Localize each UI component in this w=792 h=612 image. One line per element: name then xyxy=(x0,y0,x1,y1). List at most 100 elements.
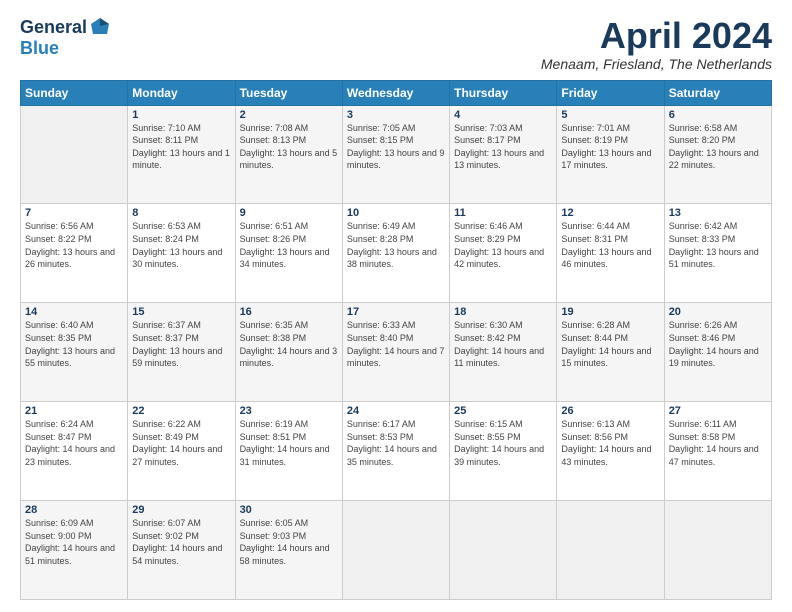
day-info: Sunrise: 6:44 AMSunset: 8:31 PMDaylight:… xyxy=(561,220,659,270)
table-row: 16Sunrise: 6:35 AMSunset: 8:38 PMDayligh… xyxy=(235,303,342,402)
day-info: Sunrise: 7:08 AMSunset: 8:13 PMDaylight:… xyxy=(240,122,338,172)
day-info: Sunrise: 6:42 AMSunset: 8:33 PMDaylight:… xyxy=(669,220,767,270)
day-info: Sunrise: 6:28 AMSunset: 8:44 PMDaylight:… xyxy=(561,319,659,369)
day-number: 17 xyxy=(347,306,445,318)
day-number: 27 xyxy=(669,405,767,417)
day-number: 10 xyxy=(347,207,445,219)
table-row xyxy=(21,105,128,204)
day-info: Sunrise: 6:07 AMSunset: 9:02 PMDaylight:… xyxy=(132,517,230,567)
logo: General Blue xyxy=(20,16,111,59)
col-friday: Friday xyxy=(557,80,664,105)
day-number: 20 xyxy=(669,306,767,318)
table-row: 4Sunrise: 7:03 AMSunset: 8:17 PMDaylight… xyxy=(450,105,557,204)
table-row xyxy=(664,501,771,600)
day-info: Sunrise: 7:05 AMSunset: 8:15 PMDaylight:… xyxy=(347,122,445,172)
day-number: 8 xyxy=(132,207,230,219)
calendar-week-row: 28Sunrise: 6:09 AMSunset: 9:00 PMDayligh… xyxy=(21,501,772,600)
day-info: Sunrise: 6:53 AMSunset: 8:24 PMDaylight:… xyxy=(132,220,230,270)
day-number: 26 xyxy=(561,405,659,417)
table-row xyxy=(557,501,664,600)
day-number: 25 xyxy=(454,405,552,417)
col-wednesday: Wednesday xyxy=(342,80,449,105)
day-number: 18 xyxy=(454,306,552,318)
title-section: April 2024 Menaam, Friesland, The Nether… xyxy=(541,16,772,72)
day-info: Sunrise: 6:24 AMSunset: 8:47 PMDaylight:… xyxy=(25,418,123,468)
day-number: 3 xyxy=(347,109,445,121)
day-info: Sunrise: 6:40 AMSunset: 8:35 PMDaylight:… xyxy=(25,319,123,369)
day-info: Sunrise: 6:33 AMSunset: 8:40 PMDaylight:… xyxy=(347,319,445,369)
day-number: 15 xyxy=(132,306,230,318)
table-row: 15Sunrise: 6:37 AMSunset: 8:37 PMDayligh… xyxy=(128,303,235,402)
day-info: Sunrise: 6:13 AMSunset: 8:56 PMDaylight:… xyxy=(561,418,659,468)
table-row: 22Sunrise: 6:22 AMSunset: 8:49 PMDayligh… xyxy=(128,402,235,501)
location: Menaam, Friesland, The Netherlands xyxy=(541,56,772,72)
table-row: 27Sunrise: 6:11 AMSunset: 8:58 PMDayligh… xyxy=(664,402,771,501)
logo-icon xyxy=(89,16,111,38)
col-saturday: Saturday xyxy=(664,80,771,105)
table-row: 21Sunrise: 6:24 AMSunset: 8:47 PMDayligh… xyxy=(21,402,128,501)
day-info: Sunrise: 6:11 AMSunset: 8:58 PMDaylight:… xyxy=(669,418,767,468)
day-info: Sunrise: 7:03 AMSunset: 8:17 PMDaylight:… xyxy=(454,122,552,172)
table-row: 17Sunrise: 6:33 AMSunset: 8:40 PMDayligh… xyxy=(342,303,449,402)
day-number: 28 xyxy=(25,504,123,516)
logo-general-text: General xyxy=(20,17,87,38)
table-row: 5Sunrise: 7:01 AMSunset: 8:19 PMDaylight… xyxy=(557,105,664,204)
table-row: 6Sunrise: 6:58 AMSunset: 8:20 PMDaylight… xyxy=(664,105,771,204)
day-info: Sunrise: 6:15 AMSunset: 8:55 PMDaylight:… xyxy=(454,418,552,468)
day-number: 13 xyxy=(669,207,767,219)
calendar-week-row: 14Sunrise: 6:40 AMSunset: 8:35 PMDayligh… xyxy=(21,303,772,402)
day-number: 1 xyxy=(132,109,230,121)
table-row: 23Sunrise: 6:19 AMSunset: 8:51 PMDayligh… xyxy=(235,402,342,501)
table-row: 13Sunrise: 6:42 AMSunset: 8:33 PMDayligh… xyxy=(664,204,771,303)
table-row: 30Sunrise: 6:05 AMSunset: 9:03 PMDayligh… xyxy=(235,501,342,600)
day-info: Sunrise: 6:49 AMSunset: 8:28 PMDaylight:… xyxy=(347,220,445,270)
calendar-table: Sunday Monday Tuesday Wednesday Thursday… xyxy=(20,80,772,600)
calendar-week-row: 1Sunrise: 7:10 AMSunset: 8:11 PMDaylight… xyxy=(21,105,772,204)
col-sunday: Sunday xyxy=(21,80,128,105)
calendar-week-row: 21Sunrise: 6:24 AMSunset: 8:47 PMDayligh… xyxy=(21,402,772,501)
day-number: 12 xyxy=(561,207,659,219)
table-row xyxy=(450,501,557,600)
table-row: 1Sunrise: 7:10 AMSunset: 8:11 PMDaylight… xyxy=(128,105,235,204)
day-number: 16 xyxy=(240,306,338,318)
table-row: 11Sunrise: 6:46 AMSunset: 8:29 PMDayligh… xyxy=(450,204,557,303)
day-info: Sunrise: 6:58 AMSunset: 8:20 PMDaylight:… xyxy=(669,122,767,172)
table-row: 19Sunrise: 6:28 AMSunset: 8:44 PMDayligh… xyxy=(557,303,664,402)
col-tuesday: Tuesday xyxy=(235,80,342,105)
day-info: Sunrise: 7:10 AMSunset: 8:11 PMDaylight:… xyxy=(132,122,230,172)
table-row: 12Sunrise: 6:44 AMSunset: 8:31 PMDayligh… xyxy=(557,204,664,303)
table-row: 8Sunrise: 6:53 AMSunset: 8:24 PMDaylight… xyxy=(128,204,235,303)
day-info: Sunrise: 7:01 AMSunset: 8:19 PMDaylight:… xyxy=(561,122,659,172)
calendar-week-row: 7Sunrise: 6:56 AMSunset: 8:22 PMDaylight… xyxy=(21,204,772,303)
day-number: 2 xyxy=(240,109,338,121)
page: General Blue April 2024 Menaam, Frieslan… xyxy=(0,0,792,612)
day-number: 11 xyxy=(454,207,552,219)
day-number: 22 xyxy=(132,405,230,417)
day-number: 9 xyxy=(240,207,338,219)
table-row: 28Sunrise: 6:09 AMSunset: 9:00 PMDayligh… xyxy=(21,501,128,600)
table-row: 2Sunrise: 7:08 AMSunset: 8:13 PMDaylight… xyxy=(235,105,342,204)
table-row: 26Sunrise: 6:13 AMSunset: 8:56 PMDayligh… xyxy=(557,402,664,501)
calendar-header-row: Sunday Monday Tuesday Wednesday Thursday… xyxy=(21,80,772,105)
table-row: 10Sunrise: 6:49 AMSunset: 8:28 PMDayligh… xyxy=(342,204,449,303)
day-info: Sunrise: 6:37 AMSunset: 8:37 PMDaylight:… xyxy=(132,319,230,369)
table-row: 29Sunrise: 6:07 AMSunset: 9:02 PMDayligh… xyxy=(128,501,235,600)
day-info: Sunrise: 6:26 AMSunset: 8:46 PMDaylight:… xyxy=(669,319,767,369)
day-number: 21 xyxy=(25,405,123,417)
day-info: Sunrise: 6:56 AMSunset: 8:22 PMDaylight:… xyxy=(25,220,123,270)
table-row xyxy=(342,501,449,600)
table-row: 7Sunrise: 6:56 AMSunset: 8:22 PMDaylight… xyxy=(21,204,128,303)
table-row: 20Sunrise: 6:26 AMSunset: 8:46 PMDayligh… xyxy=(664,303,771,402)
day-info: Sunrise: 6:19 AMSunset: 8:51 PMDaylight:… xyxy=(240,418,338,468)
logo-blue-text: Blue xyxy=(20,38,59,59)
table-row: 25Sunrise: 6:15 AMSunset: 8:55 PMDayligh… xyxy=(450,402,557,501)
day-number: 14 xyxy=(25,306,123,318)
day-number: 24 xyxy=(347,405,445,417)
day-number: 5 xyxy=(561,109,659,121)
day-number: 29 xyxy=(132,504,230,516)
day-number: 4 xyxy=(454,109,552,121)
day-number: 6 xyxy=(669,109,767,121)
day-info: Sunrise: 6:05 AMSunset: 9:03 PMDaylight:… xyxy=(240,517,338,567)
month-title: April 2024 xyxy=(541,16,772,56)
day-info: Sunrise: 6:46 AMSunset: 8:29 PMDaylight:… xyxy=(454,220,552,270)
